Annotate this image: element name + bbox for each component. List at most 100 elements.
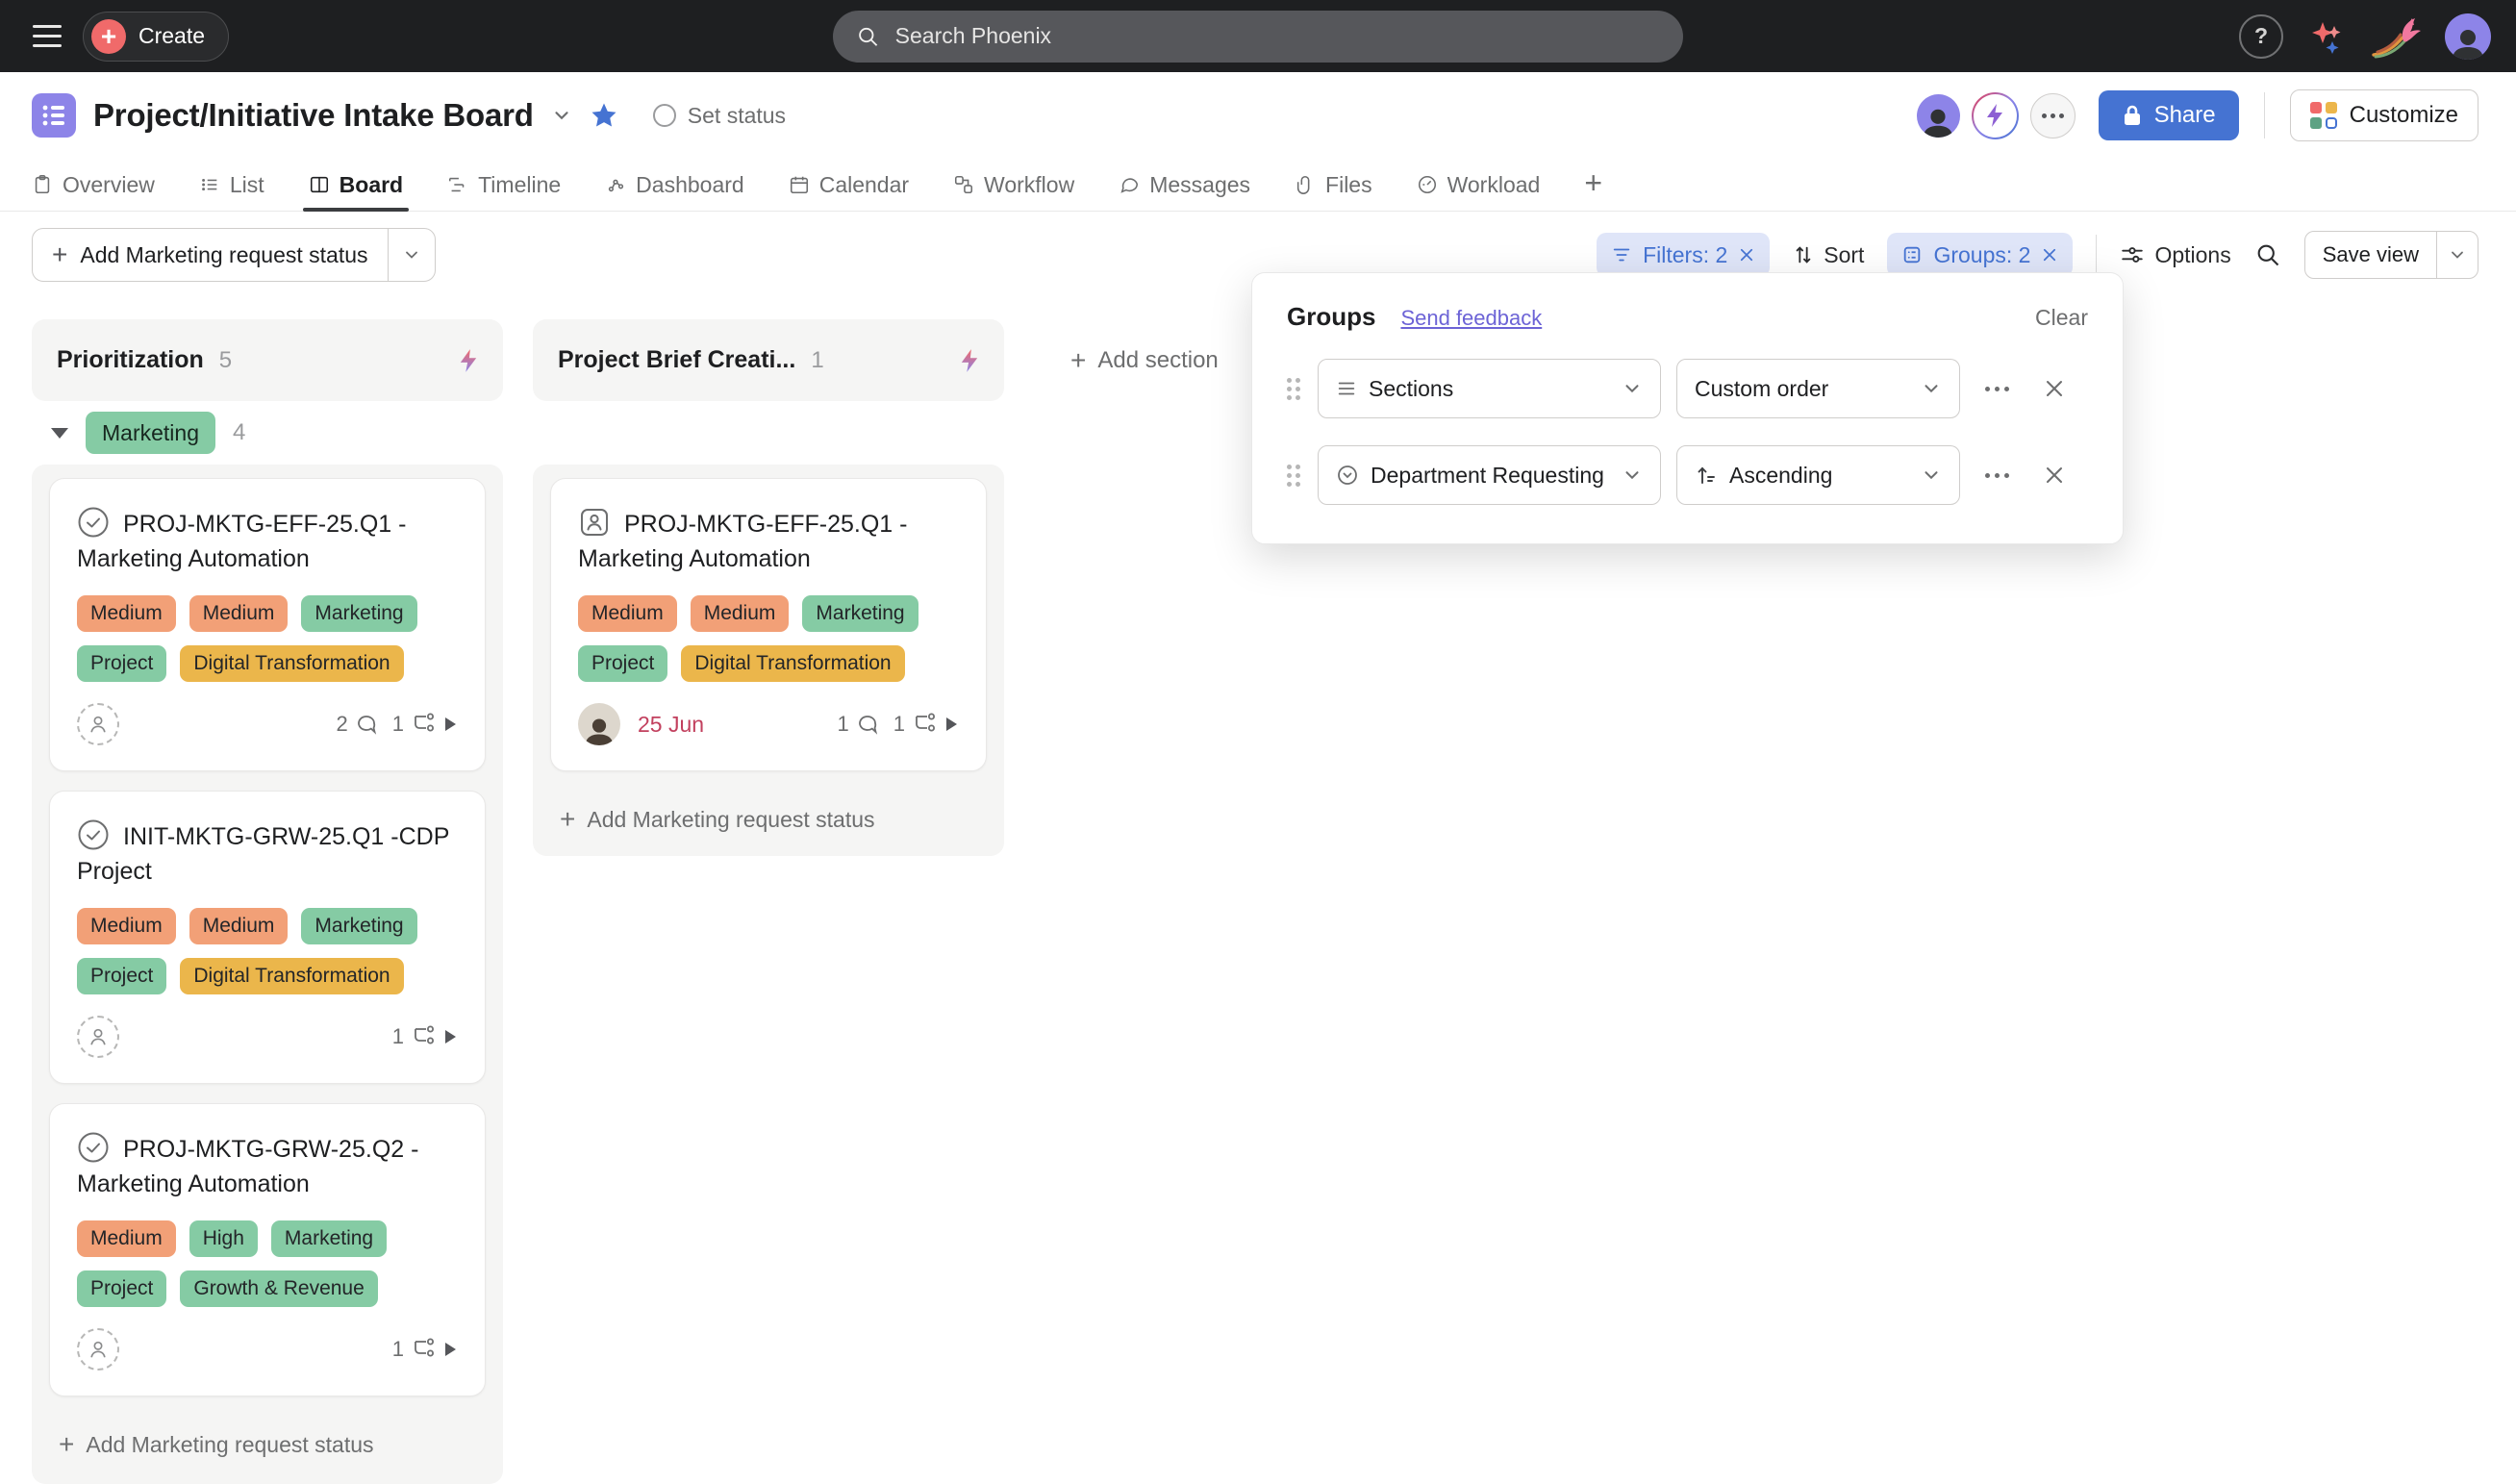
close-x-icon (2043, 464, 2066, 487)
ellipsis-icon (1985, 473, 2009, 478)
subtask-icon (411, 1338, 436, 1361)
tab-workload[interactable]: Workload (1417, 159, 1541, 211)
expand-play-icon[interactable] (442, 1341, 458, 1358)
groups-close-icon[interactable] (2041, 246, 2058, 264)
column-title: Prioritization (57, 346, 204, 374)
tag: Medium (578, 595, 677, 632)
phoenix-logo-icon (2370, 14, 2422, 59)
add-status-main[interactable]: + Add Marketing request status (33, 229, 388, 281)
workflow-icon (953, 174, 974, 195)
set-status-button[interactable]: Set status (653, 103, 786, 129)
expand-play-icon[interactable] (442, 716, 458, 733)
add-status-split-button[interactable]: + Add Marketing request status (32, 228, 436, 282)
add-card-button[interactable]: + Add Marketing request status (550, 791, 987, 843)
add-status-caret[interactable] (388, 229, 435, 281)
unassigned-avatar-icon[interactable] (77, 703, 119, 745)
column-header-project-brief[interactable]: Project Brief Creati... 1 (533, 319, 1004, 401)
add-tab-button[interactable]: + (1584, 167, 1602, 202)
row-more-button[interactable] (1975, 367, 2018, 410)
send-feedback-link[interactable]: Send feedback (1400, 306, 1542, 331)
group-order-select[interactable]: Ascending (1676, 445, 1960, 505)
chevron-down-icon (1921, 465, 1942, 486)
expand-play-icon[interactable] (442, 1028, 458, 1045)
group-order-select[interactable]: Custom order (1676, 359, 1960, 418)
task-card[interactable]: PROJ-MKTG-EFF-25.Q1 - Marketing Automati… (49, 478, 486, 771)
unassigned-avatar-icon[interactable] (77, 1328, 119, 1371)
assignee-avatar[interactable] (578, 703, 620, 745)
person-silhouette-icon (582, 715, 616, 745)
sort-arrows-icon (1793, 244, 1814, 265)
check-circle-icon[interactable] (77, 1131, 110, 1164)
unassigned-avatar-icon[interactable] (77, 1016, 119, 1058)
tab-messages[interactable]: Messages (1119, 159, 1250, 211)
drag-handle-icon[interactable] (1287, 465, 1300, 487)
due-date[interactable]: 25 Jun (638, 712, 704, 738)
check-circle-icon[interactable] (77, 818, 110, 851)
title-chevron-down-icon[interactable] (551, 105, 572, 126)
task-card[interactable]: INIT-MKTG-GRW-25.Q1 -CDP Project Medium … (49, 791, 486, 1084)
check-circle-icon[interactable] (77, 506, 110, 539)
close-x-icon (2043, 377, 2066, 400)
collapse-triangle-icon[interactable] (51, 428, 68, 439)
task-card[interactable]: PROJ-MKTG-EFF-25.Q1 - Marketing Automati… (550, 478, 987, 771)
lock-icon (2122, 104, 2143, 127)
help-button[interactable]: ? (2239, 14, 2283, 59)
options-button[interactable]: Options (2120, 242, 2230, 268)
favorite-star-icon[interactable] (590, 101, 618, 130)
tag: Marketing (301, 595, 416, 632)
group-field-select[interactable]: Sections (1318, 359, 1661, 418)
save-view-main[interactable]: Save view (2305, 232, 2436, 278)
tab-timeline[interactable]: Timeline (447, 159, 561, 211)
share-button[interactable]: Share (2099, 90, 2239, 140)
calendar-icon (789, 174, 810, 195)
tab-files[interactable]: Files (1295, 159, 1372, 211)
board-search-icon[interactable] (2254, 241, 2281, 268)
save-view-split-button[interactable]: Save view (2304, 231, 2478, 279)
save-view-caret[interactable] (2436, 232, 2478, 278)
drag-handle-icon[interactable] (1287, 378, 1300, 400)
user-avatar[interactable] (2445, 13, 2491, 60)
automation-bolt-avatar[interactable] (1972, 92, 2019, 139)
group-chip[interactable]: Marketing (86, 412, 215, 454)
member-avatar[interactable] (1917, 94, 1960, 138)
automation-bolt-icon[interactable] (459, 347, 478, 374)
sparkles-ai-icon[interactable] (2306, 16, 2347, 57)
subtask-count: 1 (392, 712, 404, 737)
group-field-select[interactable]: Department Requesting (1318, 445, 1661, 505)
row-remove-button[interactable] (2033, 367, 2076, 410)
tab-list[interactable]: List (199, 159, 264, 211)
add-section-button[interactable]: + Add section (1070, 347, 1219, 374)
hamburger-menu-icon[interactable] (33, 25, 62, 47)
chevron-down-icon (2448, 245, 2467, 264)
clear-groups-button[interactable]: Clear (2035, 305, 2088, 331)
tab-calendar[interactable]: Calendar (789, 159, 909, 211)
global-search[interactable] (833, 11, 1683, 63)
tab-overview[interactable]: Overview (32, 159, 155, 211)
tab-board[interactable]: Board (309, 159, 403, 211)
search-input[interactable] (893, 22, 1660, 50)
row-more-button[interactable] (1975, 454, 2018, 496)
group-order-value: Ascending (1729, 463, 1832, 489)
task-card[interactable]: PROJ-MKTG-GRW-25.Q2 - Marketing Automati… (49, 1103, 486, 1396)
sort-button[interactable]: Sort (1793, 242, 1864, 268)
sort-label: Sort (1824, 242, 1864, 268)
approval-icon[interactable] (578, 506, 611, 539)
expand-play-icon[interactable] (944, 716, 959, 733)
create-button[interactable]: + Create (83, 12, 229, 62)
card-meta: 1 1 (838, 712, 960, 737)
tag: Medium (77, 908, 176, 944)
filters-close-icon[interactable] (1738, 246, 1755, 264)
tag: Marketing (802, 595, 918, 632)
project-list-icon[interactable] (32, 93, 76, 138)
more-options-button[interactable] (2030, 93, 2076, 138)
customize-button[interactable]: Customize (2290, 89, 2478, 141)
filters-pill[interactable]: Filters: 2 (1597, 233, 1770, 277)
column-header-prioritization[interactable]: Prioritization 5 (32, 319, 503, 401)
tab-dashboard[interactable]: Dashboard (605, 159, 744, 211)
automation-bolt-icon[interactable] (960, 347, 979, 374)
row-remove-button[interactable] (2033, 454, 2076, 496)
plus-icon: + (1070, 347, 1086, 374)
tab-workflow[interactable]: Workflow (953, 159, 1074, 211)
groups-pill[interactable]: Groups: 2 (1887, 233, 2073, 277)
add-card-button[interactable]: + Add Marketing request status (49, 1416, 486, 1468)
